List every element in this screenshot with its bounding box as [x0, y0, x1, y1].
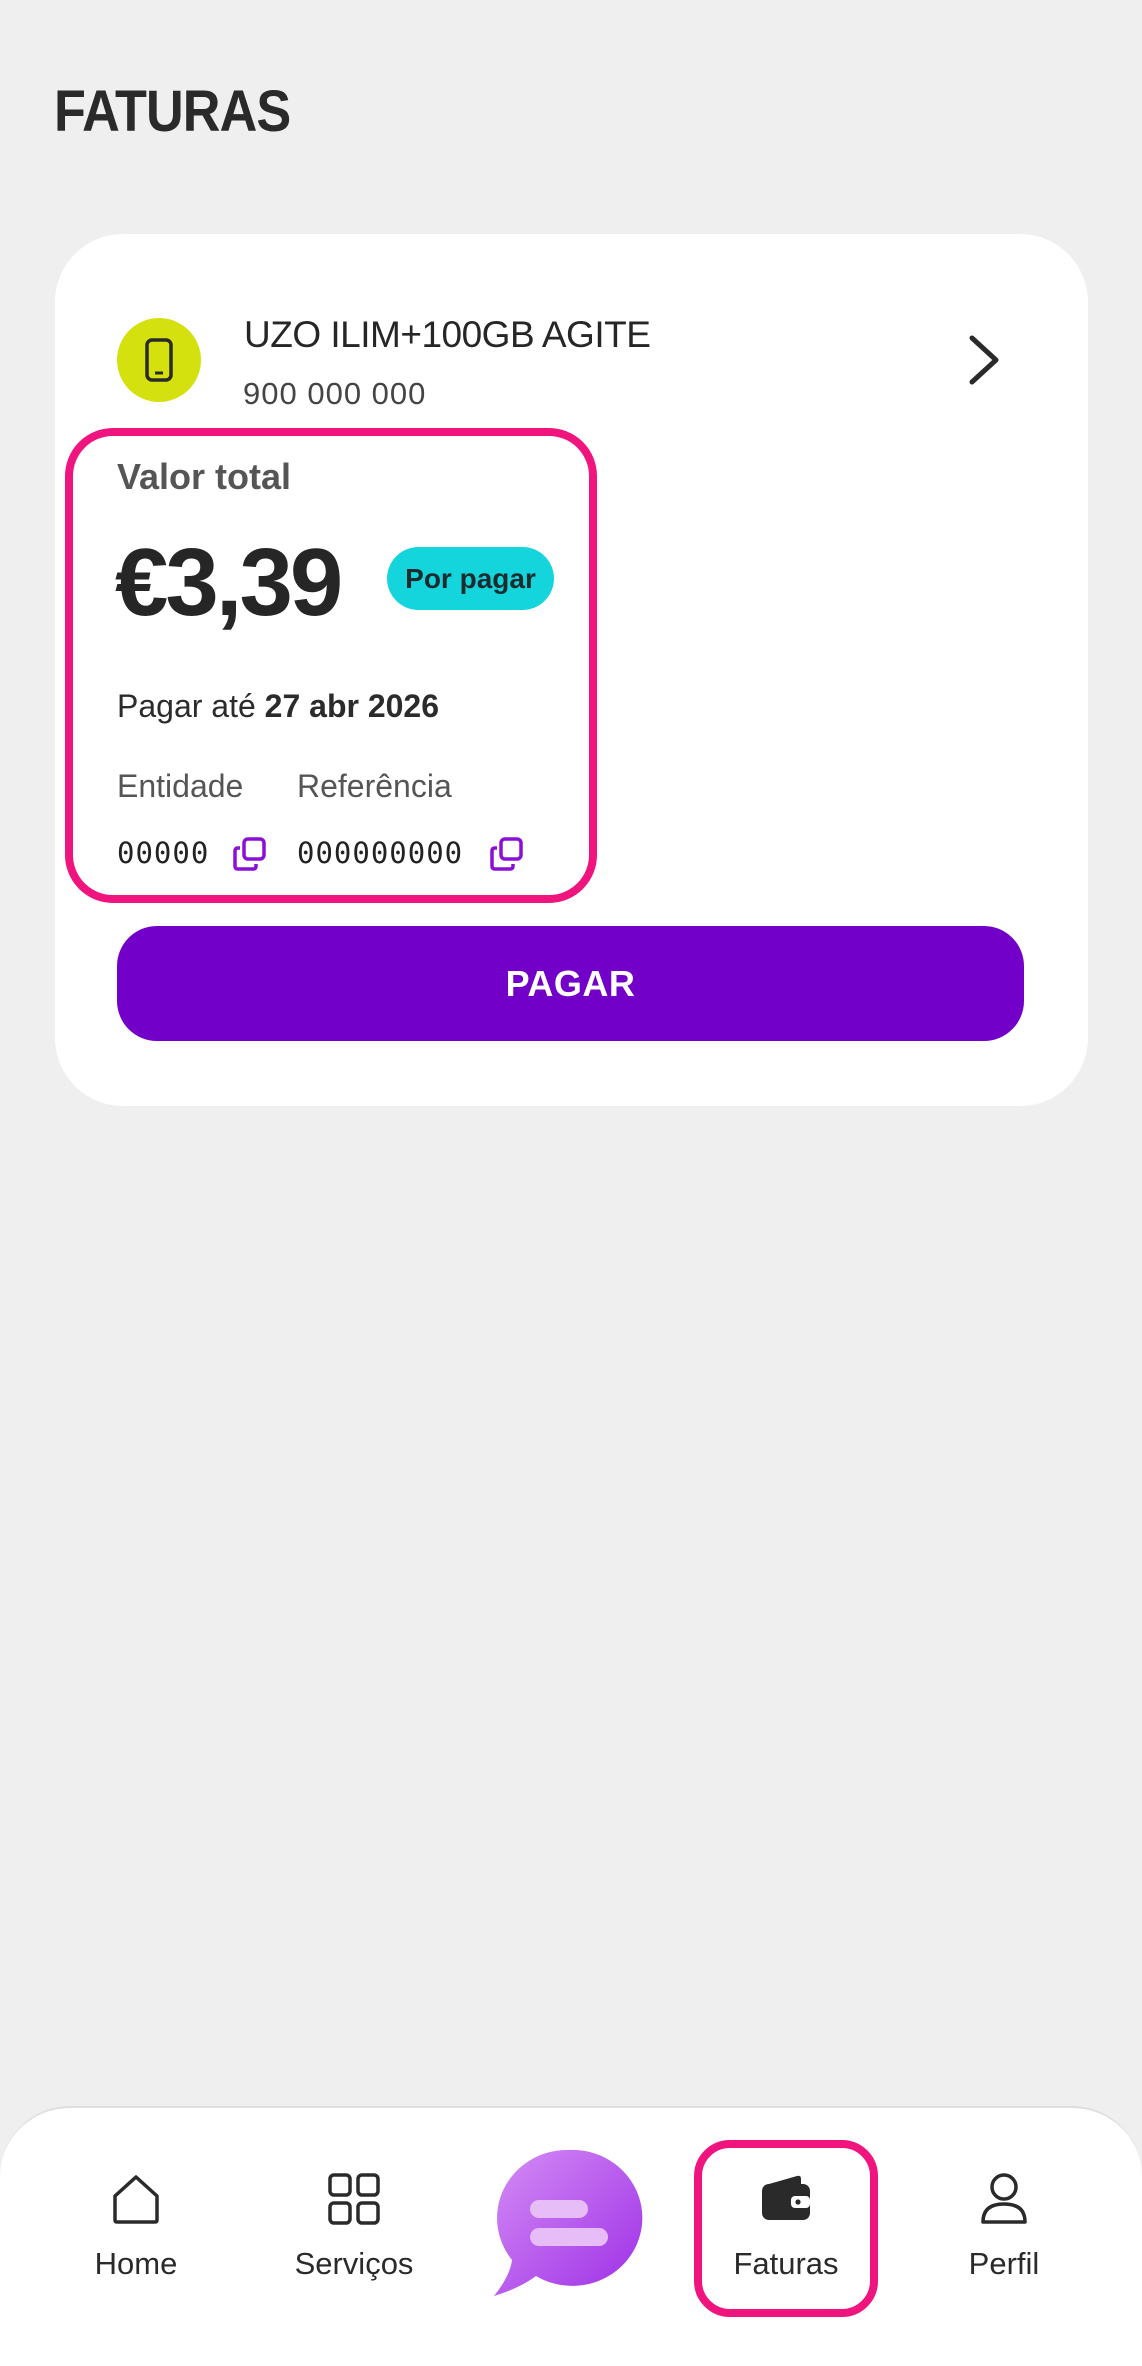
plan-name[interactable]: UZO ILIM+100GB AGITE [244, 314, 651, 356]
entity-label: Entidade [117, 768, 244, 804]
chat-bubble-icon[interactable] [490, 2144, 646, 2300]
copy-reference-icon[interactable] [489, 836, 525, 872]
payment-details-highlight [65, 428, 597, 903]
reference-value: 000000000 [297, 836, 464, 870]
due-date: 27 abr 2026 [264, 688, 440, 724]
mobile-phone-icon [145, 338, 173, 382]
page-title: FATURAS [54, 79, 291, 144]
pay-button[interactable]: PAGAR [117, 926, 1024, 1041]
home-icon [113, 2175, 159, 2224]
total-label: Valor total [117, 456, 292, 497]
nav-label-home: Home [94, 2246, 178, 2281]
nav-perfil[interactable]: Perfil [934, 2170, 1074, 2282]
phone-number: 900 000 000 [243, 376, 427, 411]
nav-faturas[interactable]: Faturas [716, 2170, 856, 2282]
due-date-line: Pagar até 27 abr 2026 [117, 688, 439, 725]
copy-entity-icon[interactable] [232, 836, 268, 872]
phone-line-icon [117, 318, 201, 402]
user-icon [981, 2173, 1027, 2224]
due-prefix: Pagar até [117, 688, 256, 724]
grid-icon [328, 2173, 380, 2225]
nav-servicos[interactable]: Serviços [284, 2170, 424, 2282]
status-badge: Por pagar [387, 547, 554, 610]
nav-home[interactable]: Home [66, 2170, 206, 2282]
nav-label-perfil: Perfil [968, 2246, 1040, 2281]
nav-label-servicos: Serviços [294, 2246, 414, 2281]
nav-label-faturas: Faturas [733, 2246, 839, 2281]
total-amount: €3,39 [115, 529, 343, 636]
reference-label: Referência [297, 768, 452, 804]
entity-value: 00000 [117, 836, 210, 870]
wallet-icon [762, 2175, 810, 2220]
chevron-right-icon[interactable] [964, 332, 1004, 388]
